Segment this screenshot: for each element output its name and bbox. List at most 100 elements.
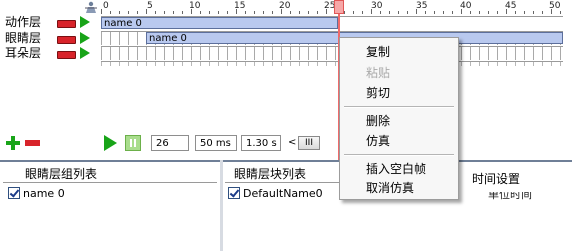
ruler-tick [416, 9, 417, 14]
ruler-tick [164, 11, 165, 14]
cut-off-label: 单位时间 [488, 192, 532, 200]
menu-separator [344, 106, 454, 108]
layer-remove-button[interactable] [57, 36, 76, 44]
ruler-tick [452, 11, 453, 14]
menu-item-paste[interactable]: 粘贴 [366, 66, 390, 80]
ruler-tick [137, 11, 138, 14]
menu-item-copy[interactable]: 复制 [366, 45, 390, 59]
ruler-tick [488, 11, 489, 14]
layer-name-action[interactable]: 动作层 [5, 15, 41, 29]
play-icon[interactable] [104, 135, 117, 151]
minus-icon[interactable] [25, 140, 40, 146]
ruler-tick [182, 11, 183, 14]
ruler-tick [470, 11, 471, 14]
ruler-tick [371, 9, 372, 14]
layer-name-ear[interactable]: 耳朵层 [5, 46, 41, 60]
ruler-tick [461, 9, 462, 14]
ruler-tick [155, 11, 156, 14]
ruler-tick [227, 11, 228, 14]
ruler-tick [308, 11, 309, 14]
ruler-tick [533, 11, 534, 14]
ruler-number: 35 [416, 1, 428, 11]
ruler-tick [146, 9, 147, 14]
ruler-tick [290, 11, 291, 14]
layer-remove-button[interactable] [57, 51, 76, 59]
layer-play-icon[interactable] [80, 32, 90, 44]
scroll-left-arrow[interactable]: < [288, 136, 296, 150]
ruler-tick [506, 9, 507, 14]
list-item[interactable]: DefaultName0 [243, 187, 323, 200]
panel-title: 眼睛层块列表 [234, 167, 307, 181]
person-icon[interactable] [84, 1, 98, 14]
ruler-tick [398, 11, 399, 14]
ruler-tick [101, 9, 102, 14]
menu-item-delete[interactable]: 删除 [366, 114, 390, 128]
ruler-tick [551, 9, 552, 14]
ruler-number: 30 [371, 1, 383, 11]
ruler-tick [173, 11, 174, 14]
ruler-number: 5 [147, 1, 153, 11]
layer-remove-button[interactable] [57, 20, 76, 28]
ruler-tick [209, 11, 210, 14]
ruler-tick [326, 9, 327, 14]
ruler-tick [281, 9, 282, 14]
layer-track[interactable]: name 0 [101, 16, 563, 30]
checkbox[interactable] [8, 187, 20, 199]
interval-input[interactable]: 50 ms [195, 135, 237, 151]
ruler-tick [245, 11, 246, 14]
menu-item-insert-blank-frame[interactable]: 插入空白帧 [366, 162, 426, 176]
playhead-marker[interactable] [334, 0, 344, 14]
ruler-tick [380, 11, 381, 14]
ruler-tick [344, 11, 345, 14]
menu-separator [344, 154, 454, 156]
ruler-tick [191, 9, 192, 14]
ruler-tick [254, 11, 255, 14]
menu-item-simulate[interactable]: 仿真 [366, 134, 390, 148]
pause-icon[interactable] [125, 135, 141, 151]
ruler-tick [497, 11, 498, 14]
list-item[interactable]: name 0 [23, 187, 65, 200]
frame-input[interactable]: 26 [151, 135, 189, 151]
layer-track[interactable]: name 0 [101, 31, 563, 45]
plus-icon[interactable] [5, 135, 21, 151]
ruler-tick [479, 11, 480, 14]
ruler-number: 0 [103, 1, 109, 11]
context-menu: 复制 粘贴 剪切 删除 仿真 插入空白帧 取消仿真 [339, 37, 459, 200]
ruler-tick [200, 11, 201, 14]
panel-title: 时间设置 [472, 172, 521, 186]
ruler-tick [443, 11, 444, 14]
group-list-panel: 眼睛层组列表 name 0 [0, 160, 220, 251]
ruler-tick [389, 11, 390, 14]
ruler-tick [434, 11, 435, 14]
ruler-tick [542, 11, 543, 14]
ruler-tick [560, 11, 561, 14]
layer-play-icon[interactable] [80, 47, 90, 59]
time-settings-panel: 时间设置 单位时间 [440, 160, 572, 251]
ruler-tick [353, 11, 354, 14]
panel-divider [3, 182, 217, 183]
menu-item-cut[interactable]: 剪切 [366, 86, 390, 100]
scroll-thumb[interactable]: III [298, 136, 320, 150]
ruler-tick [272, 11, 273, 14]
duration-input[interactable]: 1.30 s [241, 135, 281, 151]
ruler-tick [110, 11, 111, 14]
ruler-tick [119, 11, 120, 14]
timeline-clip[interactable]: name 0 [101, 17, 338, 29]
ruler-tick [299, 11, 300, 14]
ruler-tick [263, 11, 264, 14]
layer-track[interactable] [101, 46, 563, 60]
ruler-tick [515, 11, 516, 14]
ruler-tick [407, 11, 408, 14]
track-tail [101, 62, 563, 66]
ruler-tick [128, 11, 129, 14]
ruler-tick [425, 11, 426, 14]
ruler-tick [236, 9, 237, 14]
ruler-tick [317, 11, 318, 14]
checkbox[interactable] [228, 187, 240, 199]
menu-item-cancel-simulate[interactable]: 取消仿真 [366, 181, 414, 195]
layer-play-icon[interactable] [80, 16, 90, 28]
layer-name-eye[interactable]: 眼睛层 [5, 31, 41, 45]
frame-ruler[interactable]: 0 5 10 15 20 25 30 35 40 45 50 [101, 2, 563, 14]
panel-title: 眼睛层组列表 [25, 167, 98, 181]
ruler-tick [362, 11, 363, 14]
